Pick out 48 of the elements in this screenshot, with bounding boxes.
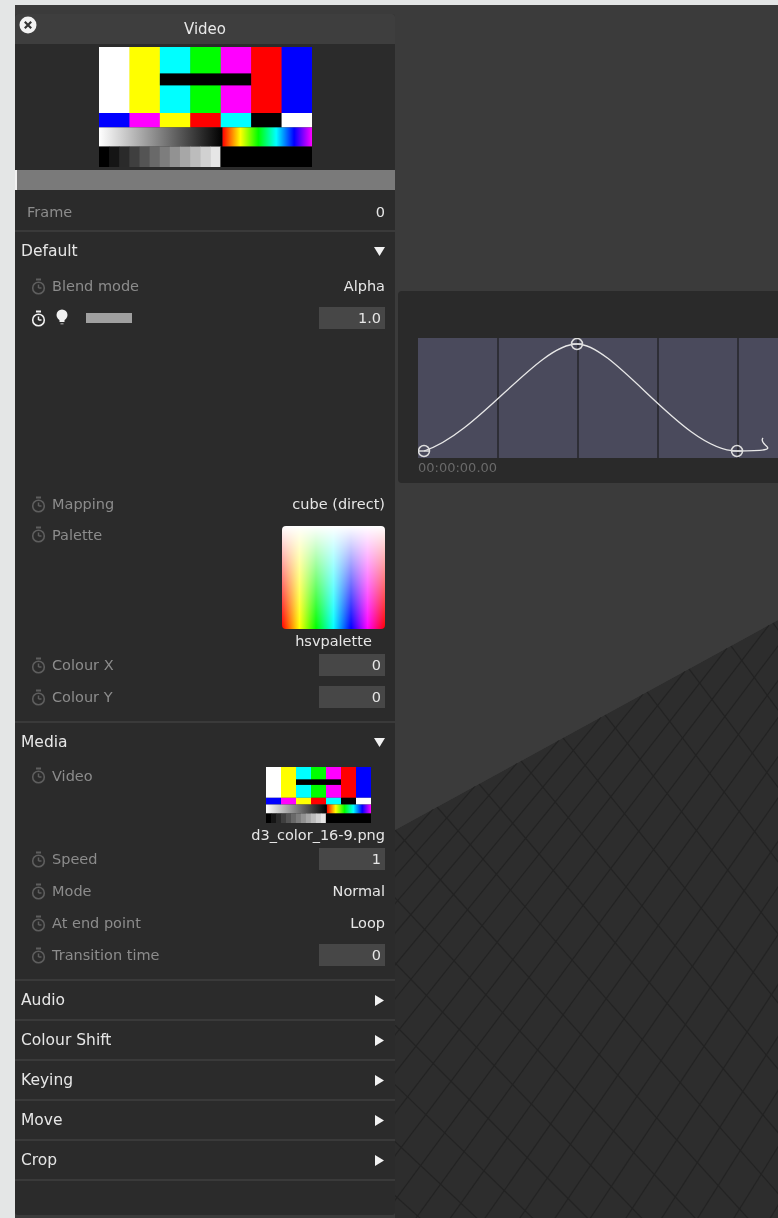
panel-title: Video bbox=[184, 20, 226, 38]
lightbulb-icon[interactable] bbox=[56, 309, 68, 327]
triangle-down-icon bbox=[374, 736, 385, 748]
property-value: Alpha bbox=[343, 278, 385, 294]
value-field[interactable]: 1 bbox=[319, 848, 385, 870]
property-label: Colour X bbox=[52, 657, 114, 673]
property-value: Loop bbox=[350, 915, 385, 931]
scrub-handle[interactable] bbox=[15, 170, 17, 190]
triangle-right-icon bbox=[374, 994, 385, 1006]
value-field[interactable]: 1.0 bbox=[319, 307, 385, 329]
section-header[interactable]: Default bbox=[15, 232, 395, 270]
section-header[interactable]: Colour Shift bbox=[15, 1021, 395, 1059]
close-icon[interactable] bbox=[19, 16, 37, 34]
property-label: Transition time bbox=[52, 947, 160, 963]
property-label: Video bbox=[52, 767, 93, 784]
file-name: d3_color_16-9.png bbox=[251, 827, 385, 843]
property-label: Speed bbox=[52, 851, 98, 867]
triangle-right-icon bbox=[374, 1154, 385, 1166]
property-label: Blend mode bbox=[52, 278, 140, 294]
keyframe-point[interactable] bbox=[418, 444, 431, 458]
frame-value: 0 bbox=[375, 204, 385, 220]
triangle-down-icon bbox=[374, 245, 385, 257]
section-header[interactable]: Move bbox=[15, 1101, 395, 1139]
value-field[interactable]: 0 bbox=[319, 686, 385, 708]
opacity-slider[interactable] bbox=[86, 313, 132, 323]
file-name: hsvpalette bbox=[295, 633, 372, 649]
section-header[interactable]: Audio bbox=[15, 981, 395, 1019]
value-field[interactable]: 0 bbox=[319, 944, 385, 966]
frame-label: Frame bbox=[27, 204, 73, 220]
triangle-right-icon bbox=[374, 1034, 385, 1046]
triangle-right-icon bbox=[374, 1114, 385, 1126]
property-value: cube (direct) bbox=[292, 496, 385, 512]
value-field[interactable]: 0 bbox=[319, 654, 385, 676]
keyframe-point[interactable] bbox=[570, 338, 584, 351]
timecode-label: 00:00:00.00 bbox=[418, 460, 498, 475]
property-label: Mode bbox=[52, 883, 92, 899]
triangle-right-icon bbox=[374, 1074, 385, 1086]
section-header[interactable]: Crop bbox=[15, 1141, 395, 1179]
section-header[interactable]: Media bbox=[15, 723, 395, 761]
palette-swatch[interactable] bbox=[282, 526, 385, 629]
property-label: At end point bbox=[52, 915, 141, 931]
property-value: Normal bbox=[332, 883, 385, 899]
section-header[interactable]: Keying bbox=[15, 1061, 395, 1099]
stopwatch-icon[interactable] bbox=[31, 309, 46, 327]
property-label: Mapping bbox=[52, 496, 115, 512]
property-label: Colour Y bbox=[52, 689, 113, 705]
keyframe-point[interactable] bbox=[730, 444, 744, 458]
property-label: Palette bbox=[52, 526, 103, 543]
